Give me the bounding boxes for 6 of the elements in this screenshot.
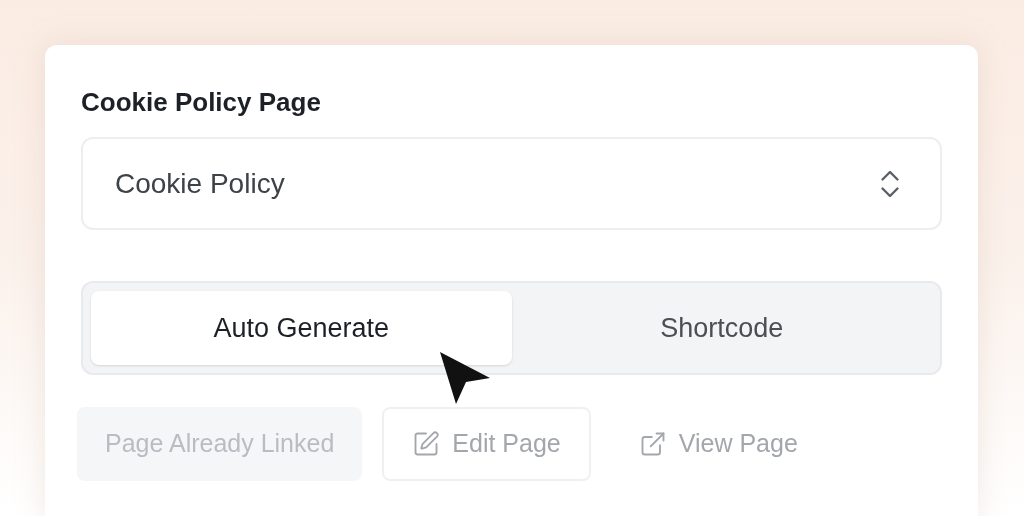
- mode-tab[interactable]: Shortcode: [511, 291, 932, 365]
- page-select[interactable]: Cookie Policy: [81, 137, 942, 230]
- mode-tab[interactable]: Auto Generate: [91, 291, 512, 365]
- edit-icon: [412, 430, 441, 458]
- field-label: Cookie Policy Page: [81, 89, 322, 115]
- cursor-icon: [438, 350, 492, 406]
